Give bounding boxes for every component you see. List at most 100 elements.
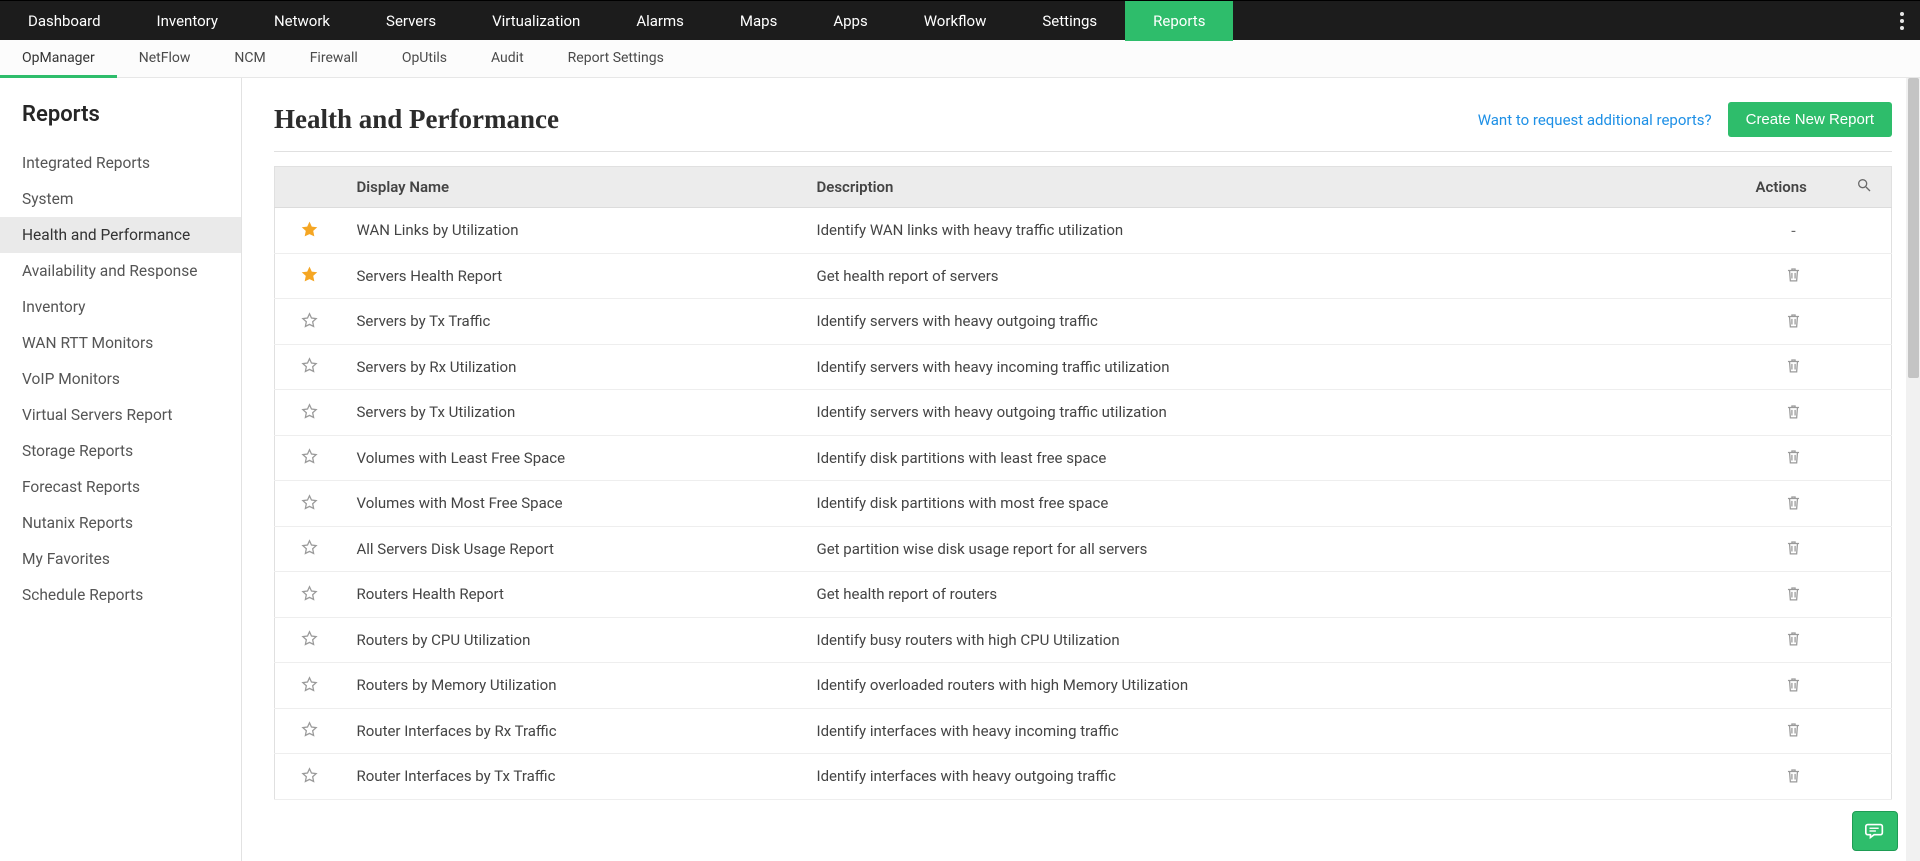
cell-spacer — [1844, 754, 1892, 800]
delete-button[interactable] — [1783, 628, 1805, 650]
favorite-toggle[interactable] — [299, 582, 321, 604]
cell-display-name[interactable]: Servers by Rx Utilization — [345, 344, 805, 390]
favorite-toggle[interactable] — [299, 218, 321, 240]
favorite-toggle[interactable] — [299, 355, 321, 377]
col-header-desc[interactable]: Description — [805, 167, 1744, 208]
cell-display-name[interactable]: Volumes with Most Free Space — [345, 481, 805, 527]
scrollbar-thumb[interactable] — [1908, 78, 1919, 378]
table-row[interactable]: Servers by Rx UtilizationIdentify server… — [275, 344, 1892, 390]
table-row[interactable]: Servers by Tx TrafficIdentify servers wi… — [275, 299, 1892, 345]
col-header-name[interactable]: Display Name — [345, 167, 805, 208]
table-row[interactable]: Volumes with Least Free SpaceIdentify di… — [275, 435, 1892, 481]
sidebar-item-availability-and-response[interactable]: Availability and Response — [0, 253, 241, 289]
sidebar-item-voip-monitors[interactable]: VoIP Monitors — [0, 361, 241, 397]
delete-button[interactable] — [1783, 355, 1805, 377]
sidebar-item-nutanix-reports[interactable]: Nutanix Reports — [0, 505, 241, 541]
favorite-toggle[interactable] — [299, 400, 321, 422]
cell-display-name[interactable]: Router Interfaces by Rx Traffic — [345, 708, 805, 754]
topnav-item-reports[interactable]: Reports — [1125, 1, 1233, 41]
table-row[interactable]: Routers by Memory UtilizationIdentify ov… — [275, 663, 1892, 709]
cell-display-name[interactable]: Servers by Tx Utilization — [345, 390, 805, 436]
cell-display-name[interactable]: WAN Links by Utilization — [345, 208, 805, 254]
sidebar-item-forecast-reports[interactable]: Forecast Reports — [0, 469, 241, 505]
topnav-item-alarms[interactable]: Alarms — [608, 1, 712, 41]
table-row[interactable]: All Servers Disk Usage ReportGet partiti… — [275, 526, 1892, 572]
delete-button[interactable] — [1783, 582, 1805, 604]
table-row[interactable]: Servers by Tx UtilizationIdentify server… — [275, 390, 1892, 436]
scrollbar-track[interactable] — [1906, 78, 1920, 861]
kebab-menu-button[interactable] — [1884, 1, 1920, 41]
cell-display-name[interactable]: Router Interfaces by Tx Traffic — [345, 754, 805, 800]
topnav-item-maps[interactable]: Maps — [712, 1, 805, 41]
cell-spacer — [1844, 253, 1892, 299]
sidebar-item-schedule-reports[interactable]: Schedule Reports — [0, 577, 241, 613]
favorite-toggle[interactable] — [299, 537, 321, 559]
subnav-item-audit[interactable]: Audit — [469, 40, 546, 78]
sidebar-item-wan-rtt-monitors[interactable]: WAN RTT Monitors — [0, 325, 241, 361]
sidebar-item-integrated-reports[interactable]: Integrated Reports — [0, 145, 241, 181]
cell-display-name[interactable]: Routers Health Report — [345, 572, 805, 618]
subnav-item-report-settings[interactable]: Report Settings — [546, 40, 686, 78]
cell-display-name[interactable]: Routers by CPU Utilization — [345, 617, 805, 663]
cell-display-name[interactable]: All Servers Disk Usage Report — [345, 526, 805, 572]
cell-display-name[interactable]: Volumes with Least Free Space — [345, 435, 805, 481]
request-reports-link[interactable]: Want to request additional reports? — [1478, 111, 1712, 129]
topnav-item-workflow[interactable]: Workflow — [896, 1, 1015, 41]
topnav-item-settings[interactable]: Settings — [1014, 1, 1125, 41]
table-row[interactable]: Router Interfaces by Rx TrafficIdentify … — [275, 708, 1892, 754]
favorite-toggle[interactable] — [299, 628, 321, 650]
page-title: Health and Performance — [274, 104, 559, 135]
delete-button[interactable] — [1783, 400, 1805, 422]
delete-button[interactable] — [1783, 673, 1805, 695]
sidebar-item-virtual-servers-report[interactable]: Virtual Servers Report — [0, 397, 241, 433]
favorite-toggle[interactable] — [299, 264, 321, 286]
delete-button[interactable] — [1783, 491, 1805, 513]
favorite-toggle[interactable] — [299, 719, 321, 741]
star-icon — [300, 265, 319, 284]
delete-button[interactable] — [1783, 719, 1805, 741]
sidebar-item-storage-reports[interactable]: Storage Reports — [0, 433, 241, 469]
cell-spacer — [1844, 208, 1892, 254]
chat-widget-button[interactable] — [1852, 811, 1898, 851]
table-row[interactable]: Servers Health ReportGet health report o… — [275, 253, 1892, 299]
delete-button[interactable] — [1783, 764, 1805, 786]
star-icon — [300, 311, 319, 330]
topnav-item-inventory[interactable]: Inventory — [129, 1, 246, 41]
sidebar-item-health-and-performance[interactable]: Health and Performance — [0, 217, 241, 253]
subnav-item-ncm[interactable]: NCM — [212, 40, 287, 78]
sidebar-item-inventory[interactable]: Inventory — [0, 289, 241, 325]
table-row[interactable]: WAN Links by UtilizationIdentify WAN lin… — [275, 208, 1892, 254]
table-row[interactable]: Routers by CPU UtilizationIdentify busy … — [275, 617, 1892, 663]
delete-button[interactable] — [1783, 264, 1805, 286]
create-new-report-button[interactable]: Create New Report — [1728, 102, 1892, 137]
favorite-toggle[interactable] — [299, 764, 321, 786]
favorite-toggle[interactable] — [299, 673, 321, 695]
table-search-button[interactable] — [1856, 177, 1872, 193]
sidebar-item-my-favorites[interactable]: My Favorites — [0, 541, 241, 577]
favorite-toggle[interactable] — [299, 309, 321, 331]
subnav-item-opmanager[interactable]: OpManager — [0, 40, 117, 78]
topnav-item-network[interactable]: Network — [246, 1, 358, 41]
subnav-item-netflow[interactable]: NetFlow — [117, 40, 213, 78]
topnav-item-virtualization[interactable]: Virtualization — [464, 1, 608, 41]
topnav-item-apps[interactable]: Apps — [805, 1, 895, 41]
cell-display-name[interactable]: Servers Health Report — [345, 253, 805, 299]
trash-icon — [1784, 356, 1803, 375]
cell-display-name[interactable]: Servers by Tx Traffic — [345, 299, 805, 345]
cell-actions: - — [1744, 208, 1844, 254]
table-row[interactable]: Routers Health ReportGet health report o… — [275, 572, 1892, 618]
cell-favorite — [275, 390, 345, 436]
delete-button[interactable] — [1783, 446, 1805, 468]
favorite-toggle[interactable] — [299, 446, 321, 468]
subnav-item-firewall[interactable]: Firewall — [288, 40, 380, 78]
subnav-item-oputils[interactable]: OpUtils — [380, 40, 469, 78]
cell-display-name[interactable]: Routers by Memory Utilization — [345, 663, 805, 709]
table-row[interactable]: Router Interfaces by Tx TrafficIdentify … — [275, 754, 1892, 800]
delete-button[interactable] — [1783, 309, 1805, 331]
favorite-toggle[interactable] — [299, 491, 321, 513]
topnav-item-dashboard[interactable]: Dashboard — [0, 1, 129, 41]
sidebar-item-system[interactable]: System — [0, 181, 241, 217]
delete-button[interactable] — [1783, 537, 1805, 559]
topnav-item-servers[interactable]: Servers — [358, 1, 464, 41]
table-row[interactable]: Volumes with Most Free SpaceIdentify dis… — [275, 481, 1892, 527]
